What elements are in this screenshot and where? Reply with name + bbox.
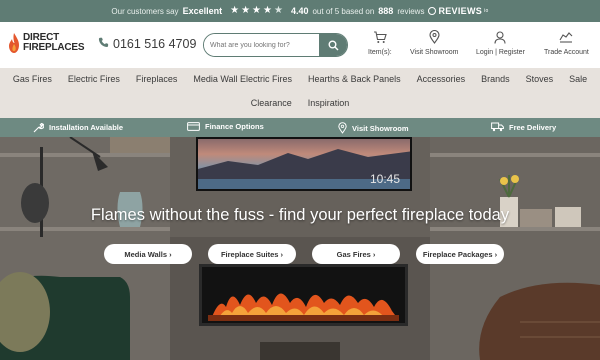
location-pin-icon — [429, 30, 440, 44]
benefit-delivery[interactable]: Free Delivery — [491, 122, 556, 132]
media-walls-button[interactable]: Media Walls › — [104, 244, 192, 264]
nav-item-electric-fires[interactable]: Electric Fires — [60, 74, 128, 84]
benefit-delivery-label: Free Delivery — [509, 122, 557, 132]
electric-fire-image — [199, 264, 408, 326]
flame-logo-icon — [9, 33, 19, 53]
main-nav: Gas Fires Electric Fires Fireplaces Medi… — [0, 68, 600, 118]
card-icon — [187, 122, 200, 131]
star-icon: ★ — [263, 5, 272, 16]
benefit-showroom[interactable]: Visit Showroom — [338, 122, 409, 134]
benefit-installation[interactable]: Installation Available — [32, 122, 123, 133]
nav-item-stoves[interactable]: Stoves — [518, 74, 562, 84]
reviews-bar[interactable]: Our customers say Excellent ★ ★ ★ ★ ★ 4.… — [0, 0, 600, 22]
phone-icon — [98, 37, 109, 51]
nav-item-sale[interactable]: Sale — [561, 74, 595, 84]
trade-icon — [559, 32, 573, 43]
benefits-bar: Installation Available Finance Options V… — [0, 118, 600, 137]
nav-item-fireplaces[interactable]: Fireplaces — [128, 74, 186, 84]
tv-screen: 10:45 — [196, 137, 412, 191]
reviews-brand: REVIEWS — [438, 6, 483, 16]
site-logo[interactable]: DIRECT FIREPLACES — [8, 32, 85, 54]
cart-label: Item(s): — [368, 49, 392, 56]
site-header: DIRECT FIREPLACES 0161 516 4709 Item(s):… — [0, 22, 600, 68]
reviews-brand-suffix: io — [484, 8, 489, 14]
nav-item-clearance[interactable]: Clearance — [243, 98, 300, 108]
fireplace-packages-button[interactable]: Fireplace Packages › — [416, 244, 504, 264]
fireplace-suites-button[interactable]: Fireplace Suites › — [208, 244, 296, 264]
benefit-finance-label: Finance Options — [205, 122, 264, 131]
rating-score: 4.40 — [290, 6, 309, 16]
hero-cta-group: Media Walls › Fireplace Suites › Gas Fir… — [0, 244, 600, 264]
search-input[interactable] — [204, 34, 319, 56]
cart-button[interactable]: Item(s): — [368, 30, 392, 56]
location-pin-icon — [338, 122, 347, 134]
nav-item-gas-fires[interactable]: Gas Fires — [5, 74, 60, 84]
truck-icon — [491, 122, 504, 132]
tv-clock: 10:45 — [369, 172, 400, 186]
trade-account-link[interactable]: Trade Account — [544, 30, 589, 56]
rating-stars: ★ ★ ★ ★ ★ — [230, 6, 283, 16]
star-icon: ★ — [241, 5, 251, 16]
gas-fires-button[interactable]: Gas Fires › — [312, 244, 400, 264]
reviews-prefix: Our customers say — [111, 6, 179, 16]
search-button[interactable] — [319, 34, 347, 56]
search-icon — [328, 40, 338, 50]
hero-banner: 10:45 Flames without the fuss - find you… — [0, 137, 600, 360]
nav-row-1: Gas Fires Electric Fires Fireplaces Medi… — [0, 74, 600, 84]
nav-item-inspiration[interactable]: Inspiration — [300, 98, 358, 108]
trade-account-label: Trade Account — [544, 49, 589, 56]
benefit-showroom-label: Visit Showroom — [352, 123, 409, 133]
review-count: 888 — [378, 6, 394, 16]
benefit-finance[interactable]: Finance Options — [187, 122, 264, 131]
login-register-link[interactable]: Login | Register — [476, 30, 525, 56]
visit-showroom-link[interactable]: Visit Showroom — [410, 30, 459, 56]
star-half-icon: ★ — [273, 5, 283, 16]
rating-out-of: out of 5 based on — [312, 6, 375, 16]
cart-icon — [373, 30, 387, 43]
nav-item-hearths[interactable]: Hearths & Back Panels — [300, 74, 409, 84]
reviews-word: reviews — [397, 6, 425, 16]
rating-word: Excellent — [182, 6, 223, 16]
nav-row-2: Clearance Inspiration — [0, 98, 600, 108]
benefit-installation-label: Installation Available — [49, 123, 124, 132]
nav-item-brands[interactable]: Brands — [473, 74, 518, 84]
phone-number: 0161 516 4709 — [113, 37, 197, 51]
logo-line-2: FIREPLACES — [23, 42, 85, 53]
wrench-icon — [33, 122, 44, 133]
phone-link[interactable]: 0161 516 4709 — [98, 37, 196, 51]
login-register-label: Login | Register — [476, 49, 525, 56]
hero-title: Flames without the fuss - find your perf… — [90, 206, 510, 224]
nav-item-accessories[interactable]: Accessories — [409, 74, 474, 84]
star-icon: ★ — [230, 5, 240, 16]
star-icon: ★ — [252, 5, 261, 16]
reviews-io-logo[interactable]: REVIEWS io — [428, 6, 488, 16]
visit-showroom-label: Visit Showroom — [410, 49, 459, 56]
search-box — [203, 33, 348, 57]
reviews-logo-icon — [428, 7, 437, 15]
user-icon — [494, 30, 507, 44]
nav-item-media-wall[interactable]: Media Wall Electric Fires — [185, 74, 300, 84]
